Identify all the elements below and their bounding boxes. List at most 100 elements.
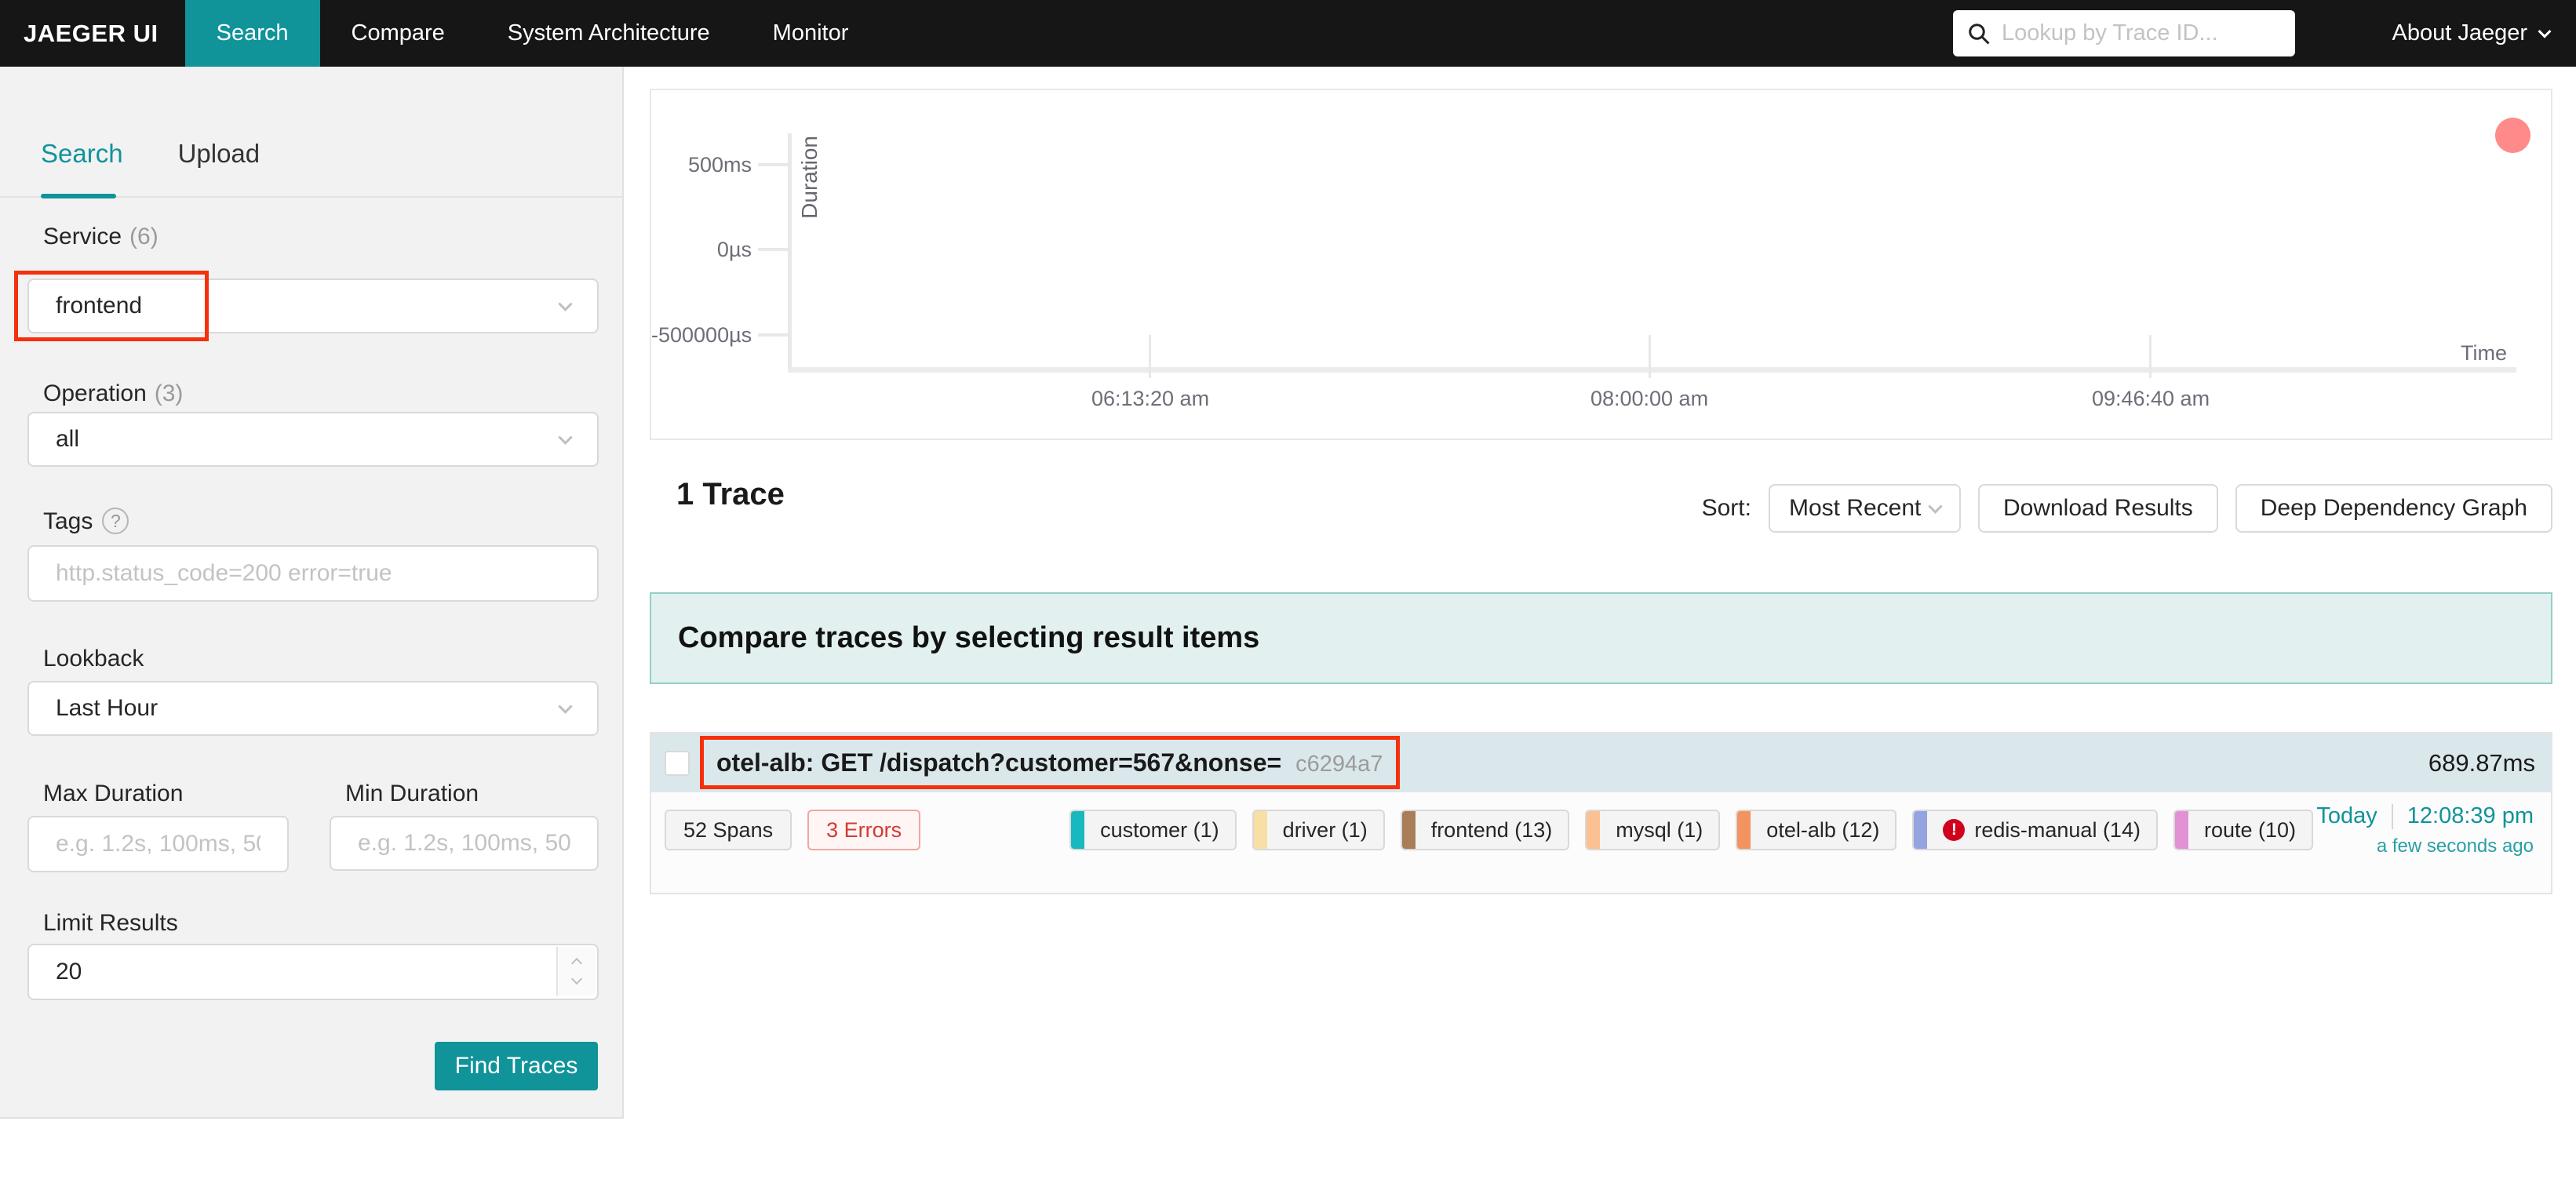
- trace-result-item: otel-alb: GET /dispatch?customer=567&non…: [650, 732, 2552, 894]
- service-color-strip: [2174, 811, 2188, 849]
- service-color-strip: [1914, 811, 1928, 849]
- sort-select[interactable]: Most Recent: [1768, 484, 1961, 533]
- trace-id-short: c6294a7: [1295, 752, 1383, 777]
- number-stepper[interactable]: [556, 947, 596, 996]
- stepper-up-icon[interactable]: [570, 957, 583, 970]
- trace-result-body: 52 Spans 3 Errors customer (1) driver (1…: [651, 792, 2551, 894]
- compare-banner: Compare traces by selecting result items: [650, 592, 2552, 684]
- x-tick-label: 06:13:20 am: [1091, 387, 1210, 410]
- trace-timestamp: Today 12:08:39 pm a few seconds ago: [2316, 803, 2534, 857]
- lookback-select[interactable]: Last Hour: [27, 681, 599, 736]
- x-axis: [788, 367, 2516, 373]
- sort-label: Sort:: [1701, 495, 1751, 521]
- service-badge-redis-manual: redis-manual (14): [1912, 810, 2158, 850]
- deep-dependency-graph-button[interactable]: Deep Dependency Graph: [2235, 484, 2552, 533]
- chevron-down-icon: [558, 296, 573, 311]
- service-badge-customer: customer (1): [1069, 810, 1237, 850]
- top-navbar: JAEGER UI Search Compare System Architec…: [0, 0, 2576, 67]
- trace-title-link[interactable]: otel-alb: GET /dispatch?customer=567&non…: [716, 748, 1383, 777]
- stepper-down-icon[interactable]: [570, 973, 583, 985]
- trace-date: Today: [2316, 803, 2377, 828]
- lookback-label: Lookback: [43, 646, 144, 672]
- chevron-down-icon: [558, 429, 573, 445]
- about-jaeger-menu[interactable]: About Jaeger: [2392, 0, 2552, 67]
- min-duration-label: Min Duration: [345, 781, 479, 806]
- trace-id-lookup: [1953, 10, 2295, 56]
- trace-time: 12:08:39 pm: [2407, 803, 2534, 828]
- service-color-strip: [1071, 811, 1085, 849]
- operation-label: Operation (3): [43, 380, 184, 406]
- jaeger-logo[interactable]: JAEGER UI: [0, 0, 185, 67]
- results-toolbar: Sort: Most Recent Download Results Deep …: [1702, 484, 2552, 533]
- min-duration-wrap: [330, 816, 599, 871]
- service-badge-otel-alb: otel-alb (12): [1736, 810, 1897, 850]
- service-color-strip: [1587, 811, 1601, 849]
- limit-results-label: Limit Results: [43, 910, 178, 936]
- tags-field-wrap: [27, 545, 599, 602]
- service-color-strip: [1401, 811, 1416, 849]
- x-tick-label: 09:46:40 am: [2091, 387, 2210, 410]
- help-icon[interactable]: [102, 508, 129, 534]
- operation-select-value: all: [56, 426, 80, 452]
- span-count-badge: 52 Spans: [665, 810, 792, 850]
- trace-badges-row: 52 Spans 3 Errors customer (1) driver (1…: [665, 810, 2314, 850]
- limit-results-wrap: [27, 944, 599, 1000]
- trace-count-heading: 1 Trace: [676, 477, 785, 511]
- sort-select-value: Most Recent: [1788, 495, 1922, 521]
- service-badge-driver: driver (1): [1252, 810, 1385, 850]
- tags-input[interactable]: [56, 560, 570, 587]
- x-axis-title: Time: [2461, 341, 2507, 365]
- service-color-strip: [1737, 811, 1751, 849]
- max-duration-input[interactable]: [56, 831, 261, 857]
- duration-scatter-chart: 500ms 0µs -500000µs Duration 06:13:20 am…: [650, 89, 2552, 440]
- chevron-down-icon: [2538, 24, 2552, 38]
- error-count-badge: 3 Errors: [807, 810, 921, 850]
- lookback-select-value: Last Hour: [56, 695, 158, 721]
- service-badge-frontend: frontend (13): [1400, 810, 1570, 850]
- trace-scatter-point[interactable]: [2495, 118, 2530, 153]
- nav-tab-search[interactable]: Search: [184, 0, 320, 67]
- search-sidebar: Search Upload Service (6) frontend Operat…: [0, 67, 624, 1119]
- chevron-down-icon: [558, 698, 573, 714]
- timestamp-divider: [2391, 803, 2393, 829]
- service-badge-route: route (10): [2173, 810, 2314, 850]
- nav-tab-monitor[interactable]: Monitor: [741, 0, 880, 67]
- min-duration-input[interactable]: [358, 830, 570, 857]
- trace-compare-checkbox[interactable]: [665, 750, 690, 776]
- jaeger-search-page: JAEGER UI Search Compare System Architec…: [0, 0, 2576, 1183]
- chevron-down-icon: [1928, 498, 1943, 514]
- service-select-value: frontend: [56, 293, 143, 318]
- service-label: Service (6): [43, 224, 158, 249]
- compare-banner-text: Compare traces by selecting result items: [678, 621, 1260, 654]
- trace-id-input[interactable]: [2002, 20, 2281, 46]
- about-jaeger-label: About Jaeger: [2392, 20, 2527, 46]
- tags-label: Tags: [43, 508, 129, 535]
- nav-tab-system-architecture[interactable]: System Architecture: [476, 0, 741, 67]
- service-select[interactable]: frontend: [27, 278, 599, 333]
- operation-select[interactable]: all: [27, 412, 599, 467]
- sidebar-tab-upload[interactable]: Upload: [178, 139, 261, 169]
- y-tick-label: -500000µs: [651, 323, 752, 347]
- search-icon: [1969, 23, 1990, 45]
- trace-duration: 689.87ms: [2428, 748, 2535, 777]
- active-tab-underline: [41, 194, 116, 198]
- max-duration-label: Max Duration: [43, 781, 184, 806]
- trace-result-header[interactable]: otel-alb: GET /dispatch?customer=567&non…: [651, 733, 2551, 792]
- find-traces-button[interactable]: Find Traces: [435, 1042, 598, 1090]
- operation-count: (3): [154, 380, 184, 406]
- sidebar-tab-search[interactable]: Search: [41, 139, 123, 169]
- download-results-button[interactable]: Download Results: [1977, 484, 2218, 533]
- max-duration-wrap: [27, 816, 289, 872]
- trace-relative-time: a few seconds ago: [2376, 835, 2534, 857]
- error-icon: [1943, 819, 1966, 841]
- y-axis-title: Duration: [797, 136, 822, 219]
- service-count: (6): [129, 224, 158, 249]
- service-color-strip: [1253, 811, 1267, 849]
- nav-tab-compare[interactable]: Compare: [320, 0, 476, 67]
- y-tick-label: 0µs: [716, 238, 752, 261]
- y-axis: [788, 133, 792, 373]
- service-badge-mysql: mysql (1): [1585, 810, 1721, 850]
- y-tick-label: 500ms: [687, 153, 752, 177]
- x-tick-label: 08:00:00 am: [1590, 387, 1709, 410]
- limit-results-input[interactable]: [56, 959, 570, 985]
